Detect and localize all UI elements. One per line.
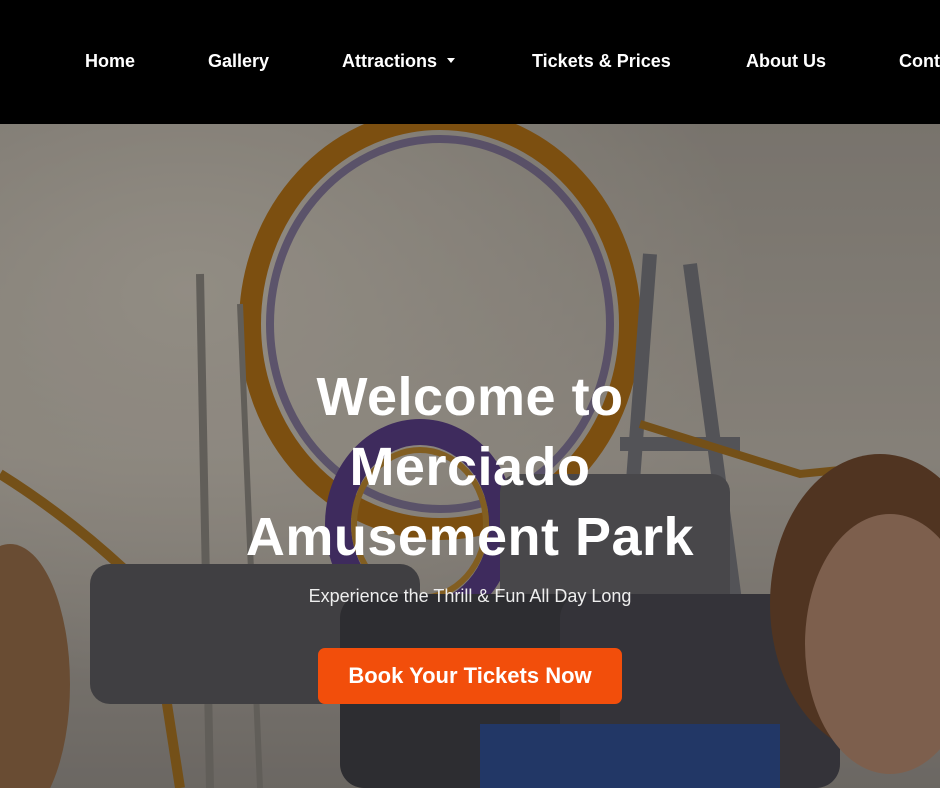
hero-title: Welcome to Merciado Amusement Park <box>0 362 940 572</box>
nav-gallery-link[interactable]: Gallery <box>208 48 269 74</box>
nav-tickets-link[interactable]: Tickets & Prices <box>532 48 671 74</box>
nav-attractions-dropdown[interactable]: Attractions <box>342 48 456 74</box>
navbar: Home Gallery Attractions Tickets & Price… <box>0 0 940 124</box>
hero-subtitle: Experience the Thrill & Fun All Day Long <box>308 586 632 606</box>
caret-down-icon <box>447 58 456 63</box>
book-tickets-button[interactable]: Book Your Tickets Now <box>318 648 622 704</box>
nav-home-link[interactable]: Home <box>85 48 135 74</box>
hero-title-line-1: Welcome to <box>316 367 624 427</box>
nav-about-link[interactable]: About Us <box>746 48 826 74</box>
hero-section: Welcome to Merciado Amusement Park Exper… <box>0 124 940 788</box>
hero-title-line-3: Amusement Park <box>245 507 695 567</box>
nav-contact-link[interactable]: Cont <box>899 48 940 74</box>
nav-attractions-label: Attractions <box>342 51 438 71</box>
hero-title-line-2: Merciado <box>349 437 591 497</box>
